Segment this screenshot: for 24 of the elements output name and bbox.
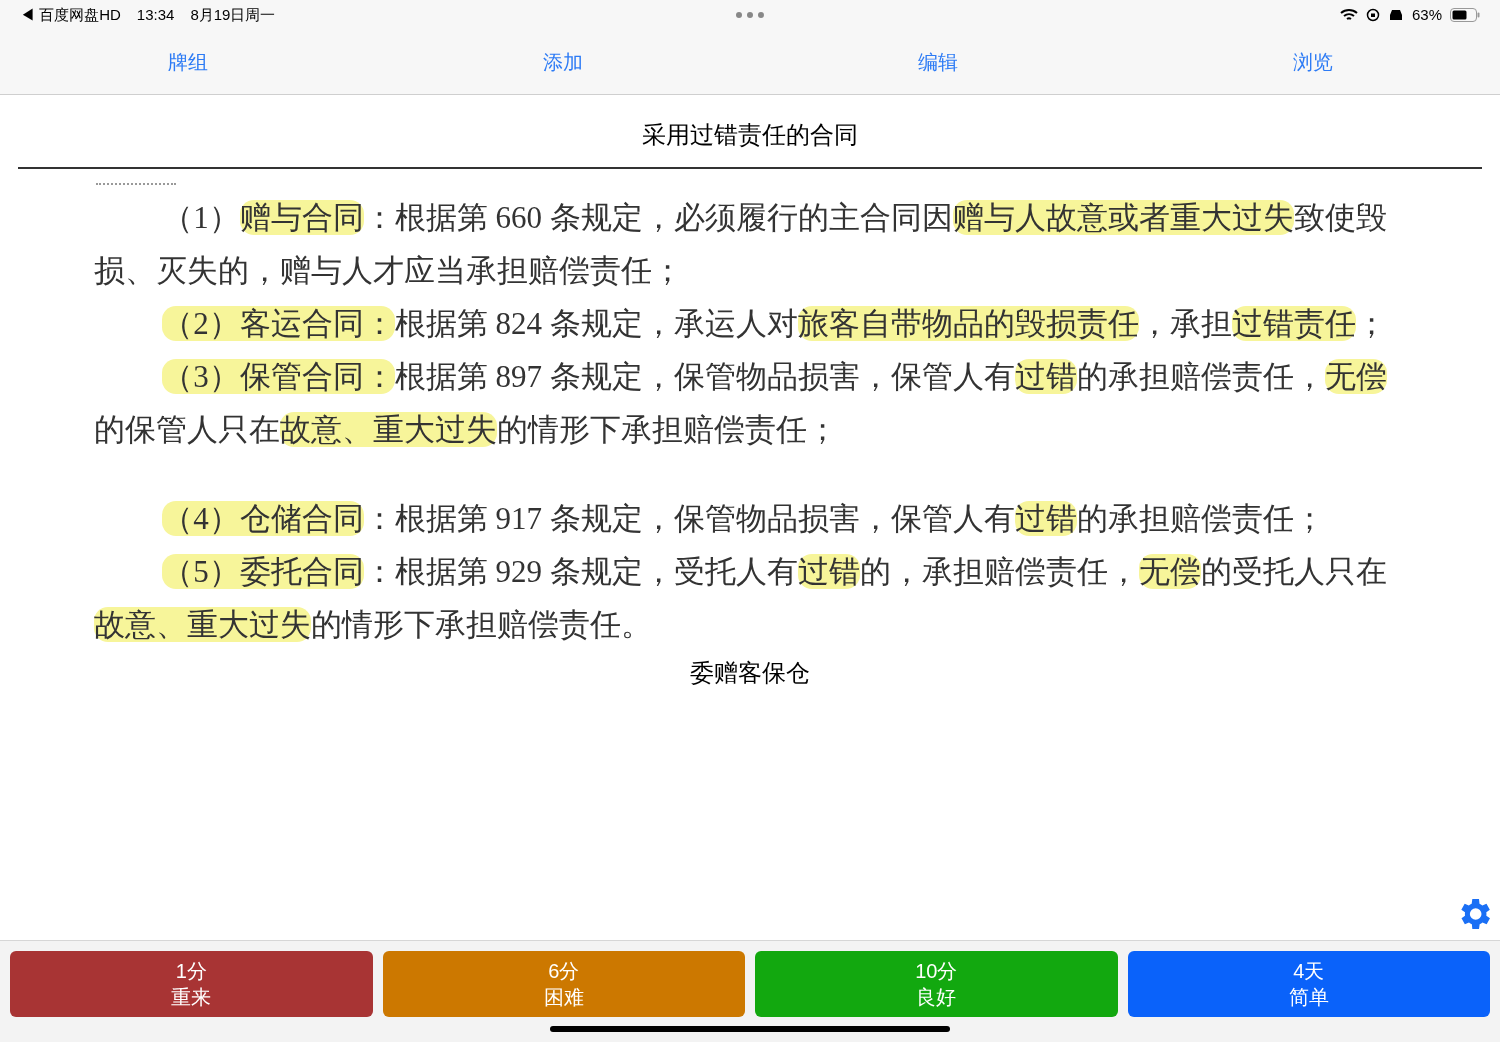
document-paragraph: （2）客运合同：根据第 824 条规定，承运人对旅客自带物品的毁损责任，承担过错责任； bbox=[161, 305, 1388, 343]
document-paragraph: （3）保管合同：根据第 897 条规定，保管物品损害，保管人有过错的承担赔偿责任，无偿 的保管人只在故意、重大过失的情形下承担赔偿责任； bbox=[94, 358, 1388, 449]
car-icon bbox=[1387, 9, 1404, 21]
answer-button[interactable]: 6分 困难 bbox=[382, 951, 745, 1017]
nav-tab[interactable]: 添加 bbox=[534, 47, 591, 77]
status-time: 13:34 bbox=[136, 4, 175, 25]
wifi-icon bbox=[1339, 8, 1358, 22]
answer-button[interactable]: 4天 简单 bbox=[1127, 951, 1490, 1017]
card-title: 采用过错责任的合同 bbox=[641, 120, 859, 150]
status-date: 8月19日周一 bbox=[190, 4, 276, 25]
more-dots-icon[interactable] bbox=[735, 11, 765, 19]
nav-tab[interactable]: 浏览 bbox=[1284, 47, 1341, 77]
answer-button[interactable]: 10分 良好 bbox=[755, 951, 1118, 1017]
nav-tab[interactable]: 编辑 bbox=[909, 47, 966, 77]
document-paragraph: （4）仓储合同：根据第 917 条规定，保管物品损害，保管人有过错的承担赔偿责任； bbox=[161, 500, 1326, 538]
battery-icon bbox=[1450, 8, 1480, 22]
card-answer: 委赠客保仓 bbox=[689, 658, 811, 688]
nav-tab[interactable]: 牌组 bbox=[159, 47, 216, 77]
answer-button[interactable]: 1分 重来 bbox=[10, 951, 373, 1017]
document-paragraph: （1）赠与合同：根据第 660 条规定，必须履行的主合同因赠与人故意或者重大过失致使毁损、灭失的，赠与人才应当承担赔偿责任； bbox=[94, 199, 1388, 290]
document-paragraph: （5）委托合同：根据第 929 条规定，受托人有过错的，承担赔偿责任，无偿的受托人只在 故意、重大过失的情形下承担赔偿责任。 bbox=[94, 553, 1388, 644]
back-to-app-link[interactable]: ◀ 百度网盘HD bbox=[20, 3, 121, 27]
battery-percent: 63% bbox=[1411, 4, 1442, 25]
lock-rotation-icon bbox=[1365, 8, 1380, 22]
